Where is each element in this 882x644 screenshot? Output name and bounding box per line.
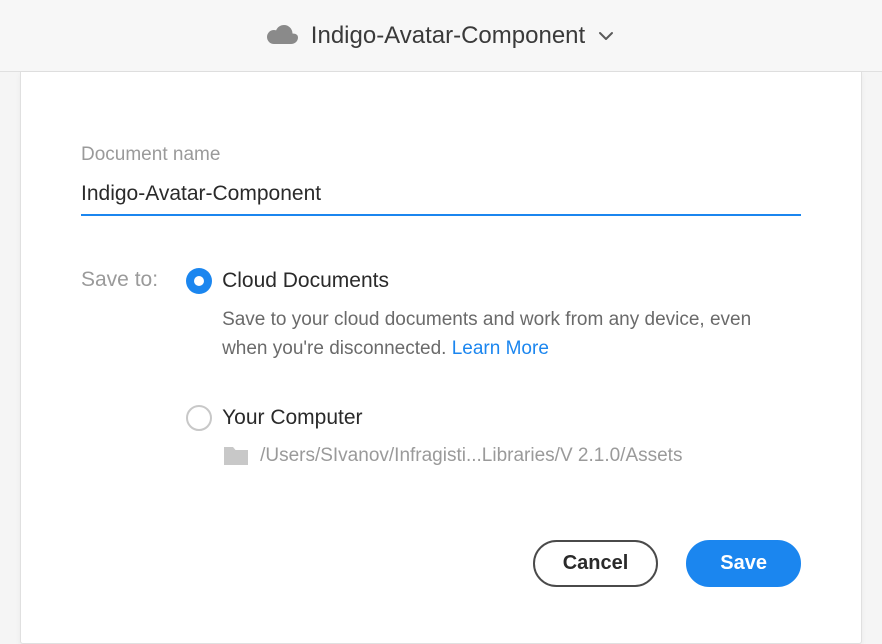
- header: Indigo-Avatar-Component: [0, 0, 882, 72]
- folder-icon: [222, 445, 250, 467]
- dialog-buttons: Cancel Save: [533, 540, 801, 587]
- save-button[interactable]: Save: [686, 540, 801, 587]
- option-local: Your Computer /Users/SIvanov/Infragisti.…: [186, 405, 801, 467]
- document-name-label: Document name: [81, 144, 801, 166]
- local-path-text: /Users/SIvanov/Infragisti...Libraries/V …: [260, 445, 682, 467]
- option-cloud-title: Cloud Documents: [222, 269, 389, 293]
- option-local-title: Your Computer: [222, 406, 362, 430]
- learn-more-link[interactable]: Learn More: [452, 338, 549, 359]
- option-cloud: Cloud Documents Save to your cloud docum…: [186, 268, 801, 363]
- cancel-button[interactable]: Cancel: [533, 540, 659, 587]
- radio-local[interactable]: [186, 405, 212, 431]
- radio-cloud[interactable]: [186, 268, 212, 294]
- option-local-header[interactable]: Your Computer: [186, 405, 801, 431]
- save-dialog: Document name Save to: Cloud Documents S…: [20, 72, 862, 644]
- save-to-section: Save to: Cloud Documents Save to your cl…: [81, 268, 801, 509]
- local-path-row: /Users/SIvanov/Infragisti...Libraries/V …: [222, 445, 801, 467]
- option-cloud-header[interactable]: Cloud Documents: [186, 268, 801, 294]
- option-cloud-description: Save to your cloud documents and work fr…: [222, 306, 782, 363]
- save-to-label: Save to:: [81, 268, 158, 509]
- cloud-icon: [267, 25, 299, 47]
- chevron-down-icon[interactable]: [597, 27, 615, 45]
- document-name-input[interactable]: [81, 176, 801, 216]
- header-title[interactable]: Indigo-Avatar-Component: [311, 22, 585, 50]
- save-options: Cloud Documents Save to your cloud docum…: [186, 268, 801, 509]
